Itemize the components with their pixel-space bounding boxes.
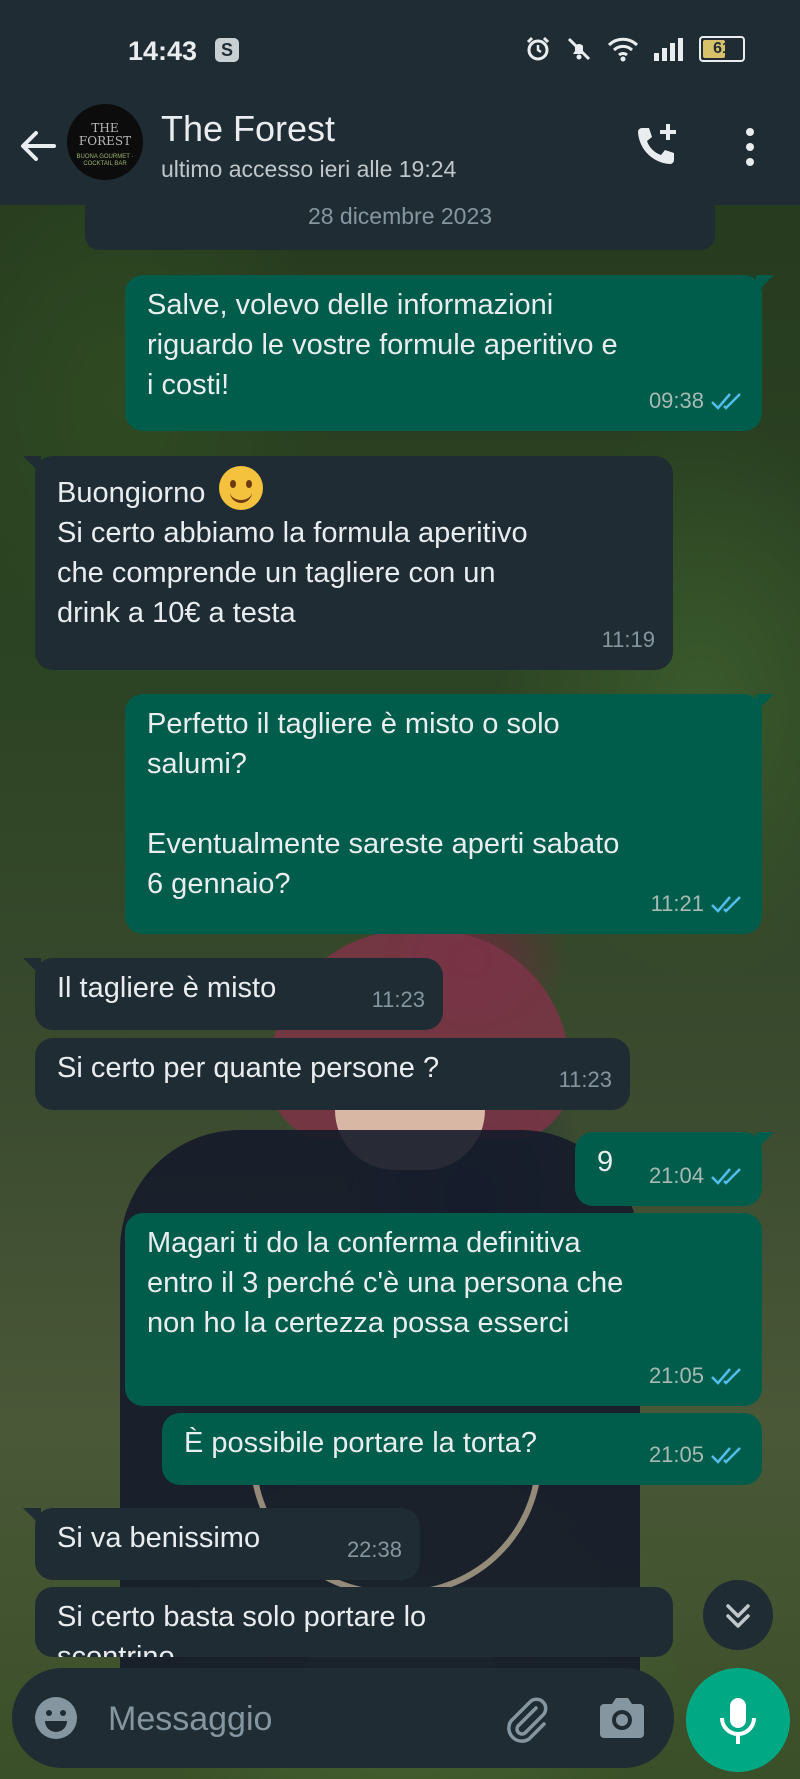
double-check-icon — [711, 1447, 741, 1464]
message-time: 11:23 — [371, 987, 425, 1012]
contact-name[interactable]: The Forest — [161, 108, 335, 150]
message-bubble-outgoing[interactable]: Magari ti do la conferma definitiva entr… — [125, 1213, 762, 1406]
message-time: 11:23 — [558, 1067, 612, 1092]
message-bubble-incoming[interactable]: Buongiorno Si certo abbiamo la formula a… — [23, 456, 673, 670]
alarm-icon — [526, 36, 550, 61]
message-time: 22:38 — [346, 1537, 402, 1562]
message-bubble-incoming[interactable]: Il tagliere è misto 11:23 — [23, 958, 443, 1030]
mute-icon — [567, 37, 591, 61]
message-text: Si certo per quante persone ? — [57, 1052, 440, 1084]
message-bubble-outgoing[interactable]: Salve, volevo delle informazioni riguard… — [125, 275, 774, 431]
back-arrow-icon[interactable] — [16, 124, 60, 168]
signal-icon — [654, 38, 683, 61]
date-separator: 28 dicembre 2023 — [85, 190, 715, 250]
message-time: 21:05 — [648, 1442, 704, 1467]
message-bubble-incoming[interactable]: Si certo basta solo portare lo scontrino — [35, 1587, 673, 1657]
message-text: Si certo abbiamo la formula aperitivo ch… — [57, 517, 528, 629]
message-meta: 11:19 — [602, 620, 655, 660]
app-badge-icon: S — [215, 38, 239, 62]
emoji-icon[interactable] — [32, 1694, 80, 1742]
message-text: Perfetto il tagliere è misto o solo salu… — [147, 708, 620, 900]
smiling-emoji-icon — [219, 466, 264, 510]
message-meta: 11:21 — [651, 884, 744, 924]
double-check-icon — [711, 1168, 741, 1185]
mic-icon — [720, 1698, 756, 1744]
last-seen: ultimo accesso ieri alle 19:24 — [161, 156, 457, 182]
scroll-down-icon — [726, 1604, 750, 1628]
status-bar: 14:43 S 61 — [0, 0, 800, 100]
status-icons: 61 — [525, 36, 745, 62]
avatar[interactable]: THE FOREST BUONA GOURMET · COCKTAIL BAR — [67, 104, 143, 180]
wifi-icon — [607, 37, 639, 62]
scroll-down-button[interactable] — [703, 1580, 773, 1650]
double-check-icon — [711, 1368, 741, 1385]
message-first-line: Buongiorno — [57, 466, 651, 513]
message-bubble-outgoing[interactable]: 9 21:04 — [575, 1132, 774, 1206]
message-time: 11:21 — [650, 891, 704, 916]
double-check-icon — [711, 896, 741, 913]
message-time: 11:19 — [601, 627, 655, 652]
message-bubble-outgoing[interactable]: Perfetto il tagliere è misto o solo salu… — [125, 694, 774, 934]
message-text: Il tagliere è misto — [57, 972, 277, 1004]
camera-icon[interactable] — [596, 1694, 648, 1742]
message-meta: 22:38 — [347, 1530, 402, 1570]
status-time: 14:43 — [128, 36, 198, 66]
avatar-line2: FOREST — [78, 134, 132, 148]
message-meta: 21:05 — [649, 1435, 744, 1475]
message-meta: 11:23 — [559, 1060, 612, 1100]
message-meta: 21:04 — [649, 1156, 744, 1196]
message-text-pre: Buongiorno — [57, 477, 214, 509]
message-time: 21:04 — [648, 1163, 704, 1188]
message-composer — [12, 1668, 674, 1768]
more-vert-icon[interactable] — [735, 122, 765, 172]
message-meta: 11:23 — [372, 980, 425, 1020]
avatar-logo-text: THE FOREST — [67, 122, 143, 148]
attach-icon[interactable] — [500, 1692, 552, 1744]
message-bubble-incoming[interactable]: Si va benissimo 22:38 — [23, 1508, 420, 1580]
message-time: 09:38 — [648, 388, 704, 413]
avatar-subtitle: BUONA GOURMET · COCKTAIL BAR — [76, 154, 134, 167]
battery-icon: 61 — [699, 36, 745, 62]
message-meta: 21:05 — [649, 1356, 744, 1396]
message-meta: 09:38 — [649, 381, 744, 421]
message-text: Si certo basta solo portare lo scontrino — [57, 1601, 427, 1657]
message-bubble-outgoing[interactable]: È possibile portare la torta? 21:05 — [162, 1413, 762, 1485]
message-bubble-incoming[interactable]: Si certo per quante persone ? 11:23 — [35, 1038, 630, 1110]
double-check-icon — [711, 393, 741, 410]
mic-button[interactable] — [686, 1668, 790, 1772]
battery-level: 61 — [713, 40, 731, 57]
message-input[interactable] — [106, 1690, 490, 1748]
message-text: Magari ti do la conferma definitiva entr… — [147, 1227, 624, 1339]
add-call-icon[interactable] — [632, 120, 682, 170]
message-time: 21:05 — [648, 1363, 704, 1388]
